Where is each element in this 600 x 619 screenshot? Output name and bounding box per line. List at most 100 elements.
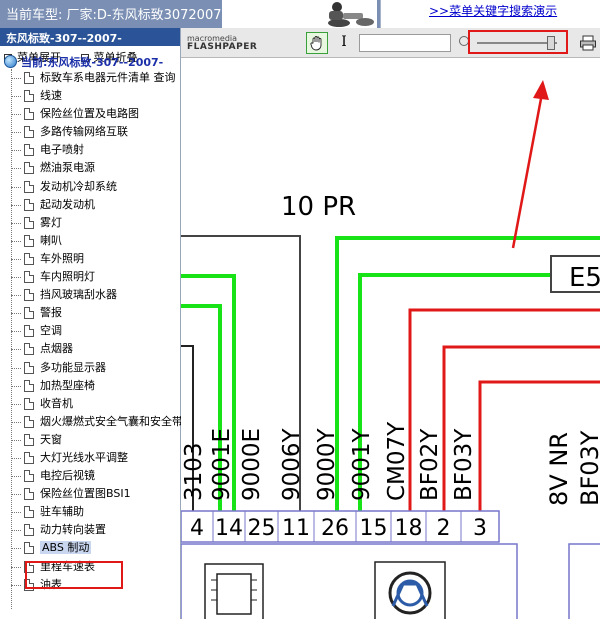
sidebar-title: 东风标致-307--2007-: [0, 28, 180, 46]
tree-item[interactable]: 大灯光线水平调整: [0, 449, 181, 467]
tree-item[interactable]: 加热型座椅: [0, 377, 181, 395]
pin-number: 2: [437, 516, 451, 541]
mascot-image: [325, 0, 377, 28]
tree-item-label: 喇叭: [40, 233, 62, 247]
tree-item-label: 发动机冷却系统: [40, 179, 117, 193]
tree-connector: [11, 277, 21, 279]
tree-connector: [11, 96, 21, 98]
tree-item-label: 保险丝位置图BSI1: [40, 487, 131, 501]
tree-item[interactable]: 喇叭: [0, 232, 181, 250]
annotation-highlight-box: [25, 561, 123, 589]
tree-item-label: 驻车辅助: [40, 505, 84, 519]
tree-item[interactable]: 燃油泵电源: [0, 159, 181, 177]
pin-number: 11: [282, 516, 310, 541]
brand-line2: FLASHPAPER: [187, 42, 258, 52]
wire-label: BF03Y: [451, 428, 477, 501]
document-icon: [24, 144, 34, 157]
wire-labels: 3103 9001E 9000E 9006Y 9000Y 9001Y CM07Y BF02Y B…: [181, 421, 477, 501]
hand-tool-button[interactable]: [306, 32, 328, 54]
tree-item-label: 保险丝位置及电路图: [40, 107, 139, 121]
tree-item[interactable]: 动力转向装置: [0, 521, 181, 539]
search-demo-bar: >>菜单关键字搜索演示: [380, 0, 600, 28]
tree-item[interactable]: 车内照明灯: [0, 268, 181, 286]
page-number-input[interactable]: [359, 34, 451, 52]
wiring-diagram: 10 PR E5 3103 9001E 9000E 9006Y 9000Y 9001Y CM…: [181, 80, 600, 619]
tree-connector: [11, 168, 21, 170]
document-icon: [24, 542, 34, 555]
tree-item-label: 加热型座椅: [40, 378, 95, 392]
tree-item[interactable]: 驻车辅助: [0, 503, 181, 521]
search-demo-link[interactable]: >>菜单关键字搜索演示: [429, 2, 557, 19]
tree-item[interactable]: 保险丝位置及电路图: [0, 105, 181, 123]
tree-item-label: 点烟器: [40, 342, 73, 356]
connector-body: [181, 543, 518, 619]
tree-item[interactable]: 电控后视镜: [0, 467, 181, 485]
tree-item[interactable]: 挡风玻璃刮水器: [0, 286, 181, 304]
tree-item[interactable]: 空调: [0, 322, 181, 340]
tree-item[interactable]: 雾灯: [0, 214, 181, 232]
tree-item-label: 警报: [40, 306, 62, 320]
connector-label: 10 PR: [281, 192, 356, 222]
tree-connector: [11, 331, 21, 333]
tree-item[interactable]: 多功能显示器: [0, 359, 181, 377]
tree-item[interactable]: 收音机: [0, 395, 181, 413]
tree-connector: [11, 204, 21, 206]
flashpaper-logo: macromedia FLASHPAPER: [187, 34, 257, 52]
document-icon: [24, 451, 34, 464]
top-bar-spacer: [222, 0, 325, 28]
document-icon: [24, 162, 34, 175]
tree-item[interactable]: 标致车系电器元件清单 查询: [0, 69, 181, 87]
tree-item-label: 车外照明: [40, 251, 84, 265]
tree-connector: [11, 512, 21, 514]
tree-item-label: 大灯光线水平调整: [40, 450, 128, 464]
tree-item[interactable]: 线速: [0, 87, 181, 105]
printer-icon: [580, 35, 596, 51]
tree-connector: [11, 439, 21, 441]
document-icon: [24, 108, 34, 121]
tree-item[interactable]: ABS 制动: [0, 539, 181, 557]
document-icon: [24, 307, 34, 320]
tree-connector: [11, 494, 21, 496]
document-icon: [24, 470, 34, 483]
document-icon: [24, 72, 34, 84]
current-car-title: 当前车型: 厂家:D-东风标致3072007-: [6, 8, 227, 23]
pin-number: 14: [215, 516, 243, 541]
tree-item[interactable]: 天窗: [0, 431, 181, 449]
tree-item[interactable]: 车外照明: [0, 250, 181, 268]
tree-item-label: 燃油泵电源: [40, 161, 95, 175]
tree-item[interactable]: 点烟器: [0, 340, 181, 358]
tree-root[interactable]: 当前:东风标致-307--2007-: [4, 54, 163, 70]
tree-item[interactable]: 发动机冷却系统: [0, 178, 181, 196]
document-icon: [24, 433, 34, 446]
tree-item-label: ABS 制动: [40, 541, 92, 555]
tree-item-label: 烟火爆燃式安全气囊和安全带: [40, 414, 183, 428]
tree-root-label: 当前:东风标致-307--2007-: [21, 56, 164, 69]
tree-connector: [11, 457, 21, 459]
annotation-arrow: [511, 80, 549, 249]
document-icon: [24, 198, 34, 211]
connector-body-right: [568, 543, 600, 619]
viewer-toolbar: macromedia FLASHPAPER I: [181, 28, 600, 58]
tree-connector: [11, 566, 21, 568]
document-icon: [24, 180, 34, 193]
tree-connector: [11, 78, 21, 79]
document-icon: [24, 289, 34, 302]
wire-label: 9000E: [239, 428, 265, 501]
document-icon: [24, 379, 34, 392]
tree-item-label: 电子喷射: [40, 143, 84, 157]
tree-connector: [11, 222, 21, 224]
tree-item[interactable]: 起动发动机: [0, 196, 181, 214]
pin-number: 3: [473, 516, 487, 541]
wire-label: 9001Y: [349, 427, 375, 501]
tree-connector: [11, 313, 21, 315]
tree-item[interactable]: 多路传输网络互联: [0, 123, 181, 141]
tree-item[interactable]: 警报: [0, 304, 181, 322]
hand-icon: [310, 36, 322, 51]
tree-item[interactable]: 保险丝位置图BSI1: [0, 485, 181, 503]
print-button[interactable]: [579, 34, 597, 52]
text-cursor-icon[interactable]: I: [337, 32, 351, 54]
tree-item[interactable]: 电子喷射: [0, 141, 181, 159]
document-viewer: macromedia FLASHPAPER I 10 PR E5 3103 90…: [181, 28, 600, 619]
tree-item[interactable]: 烟火爆燃式安全气囊和安全带: [0, 413, 183, 431]
right-wire-label: BF03Y: [576, 430, 600, 506]
